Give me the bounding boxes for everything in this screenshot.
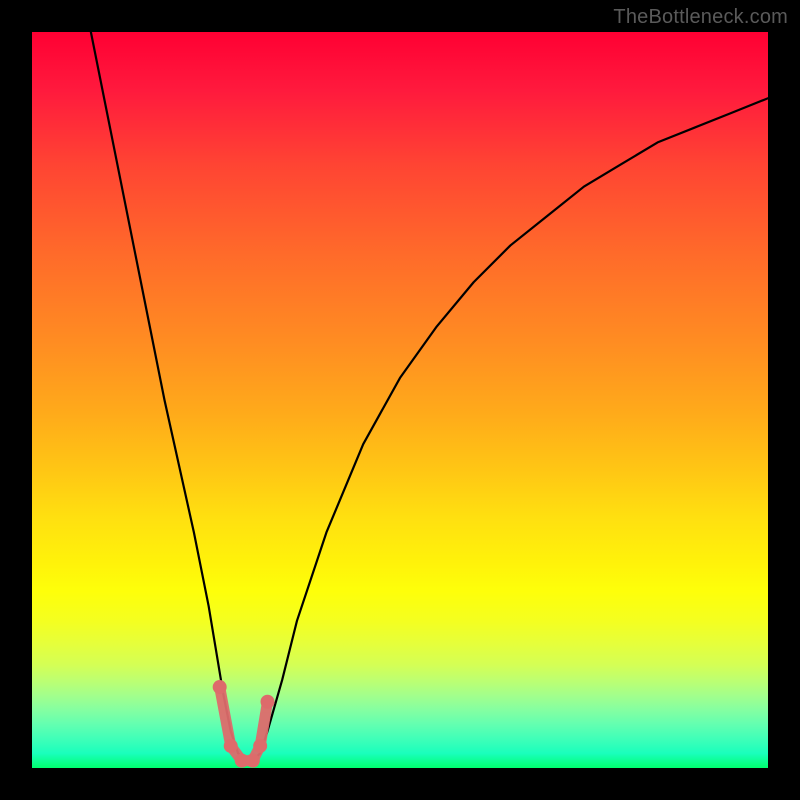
watermark-text: TheBottleneck.com [613, 6, 788, 29]
chart-frame: TheBottleneck.com [0, 0, 800, 800]
highlight-dot [253, 739, 267, 753]
highlight-dot [246, 754, 260, 768]
highlight-dot [261, 695, 275, 709]
highlight-dot [224, 739, 238, 753]
plot-area [32, 32, 768, 768]
bottleneck-curve [91, 32, 768, 761]
curve-layer [32, 32, 768, 768]
highlight-dot [213, 680, 227, 694]
